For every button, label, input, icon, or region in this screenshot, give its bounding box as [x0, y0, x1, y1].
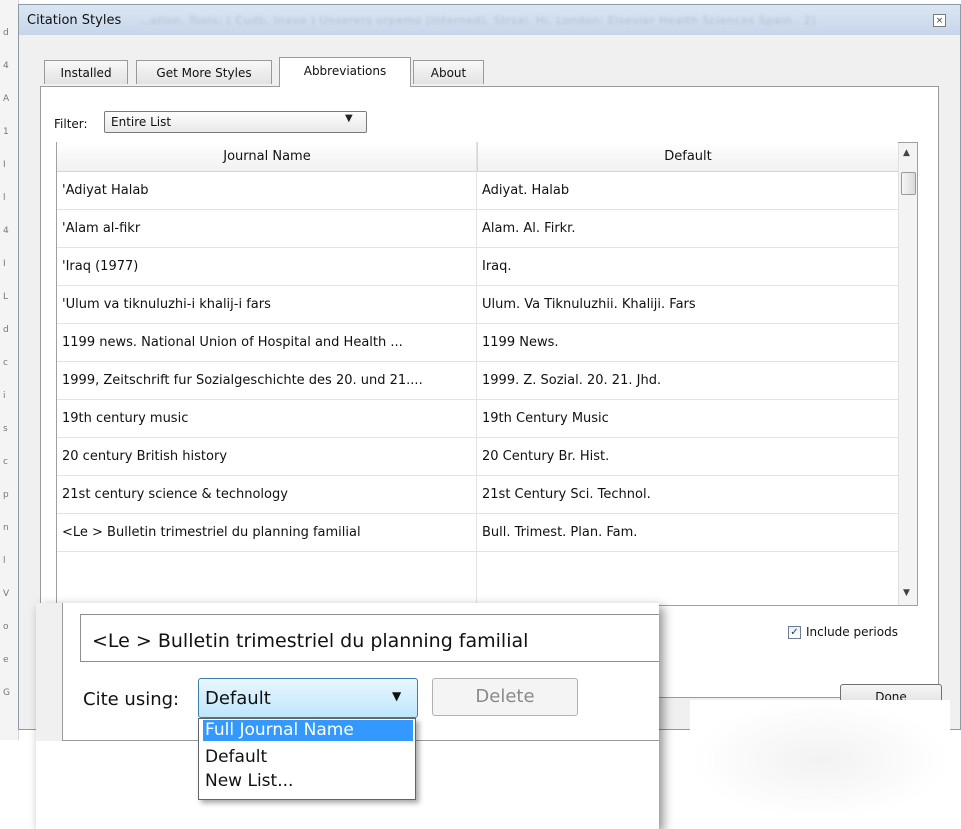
title-bar: Citation Styles …ation. Tools: ( Cudb, I…	[19, 5, 960, 35]
journal-name-cell: 'Iraq (1977)	[62, 259, 139, 274]
journal-name-cell: 1999, Zeitschrift fur Sozialgeschichte d…	[62, 373, 423, 388]
tab-abbreviations[interactable]: Abbreviations	[279, 57, 411, 87]
background-text-fragment: c	[3, 358, 8, 368]
table-row[interactable]: 'Alam al-fikr Alam. Al. Firkr.	[57, 210, 898, 248]
default-abbreviation-cell: 20 Century Br. Hist.	[482, 449, 610, 464]
default-abbreviation-cell: 1199 News.	[482, 335, 559, 350]
default-abbreviation-cell: 19th Century Music	[482, 411, 609, 426]
table-row[interactable]: 20 century British history 20 Century Br.…	[57, 438, 898, 476]
scroll-up-icon[interactable]: ▲	[903, 148, 910, 158]
background-text-fragment: e	[3, 655, 9, 665]
chevron-down-icon[interactable]: ▼	[392, 689, 401, 703]
background-text-fragment: d	[3, 28, 9, 38]
filter-select[interactable]: Entire List	[104, 111, 367, 133]
default-abbreviation-cell: 21st Century Sci. Technol.	[482, 487, 651, 502]
background-text-fragment: c	[3, 457, 8, 467]
window-title: Citation Styles	[27, 13, 122, 28]
background-text-fragment: n	[3, 523, 9, 533]
include-periods-label: Include periods	[806, 625, 898, 639]
cite-using-label: Cite using:	[83, 689, 180, 710]
journal-name-cell: 'Alam al-fikr	[62, 221, 141, 236]
default-abbreviation-cell: Alam. Al. Firkr.	[482, 221, 576, 236]
journal-name-cell: 19th century music	[62, 411, 189, 426]
option-full-journal-name[interactable]: Full Journal Name	[203, 720, 413, 741]
background-text-fragment: i	[3, 391, 6, 401]
filter-label: Filter:	[54, 117, 88, 131]
background-text-fragment: s	[3, 424, 8, 434]
default-abbreviation-cell: Adiyat. Halab	[482, 183, 570, 198]
background-text-fragment: 4	[3, 61, 9, 71]
scroll-down-icon[interactable]: ▼	[903, 588, 910, 598]
table-row[interactable]: 'Ulum va tiknuluzhi-i khalij-i fars Ulum.…	[57, 286, 898, 324]
background-text-fragment: l	[3, 556, 6, 566]
tab-get-more-styles[interactable]: Get More Styles	[136, 60, 272, 84]
background-text-fragment: G	[3, 688, 10, 698]
table-row[interactable]: 1999, Zeitschrift fur Sozialgeschichte d…	[57, 362, 898, 400]
journal-name-cell: 'Adiyat Halab	[62, 183, 149, 198]
table-row[interactable]: 19th century music 19th Century Music	[57, 400, 898, 438]
background-text-fragment: V	[3, 589, 10, 599]
journal-name-cell: 21st century science & technology	[62, 487, 288, 502]
tab-about[interactable]: About	[413, 60, 484, 84]
tab-installed[interactable]: Installed	[44, 60, 128, 84]
background-text-fragment: l	[3, 193, 6, 203]
cite-using-select[interactable]: Default	[198, 678, 418, 718]
table-row[interactable]: 'Iraq (1977) Iraq.	[57, 248, 898, 286]
default-abbreviation-cell: Bull. Trimest. Plan. Fam.	[482, 525, 638, 540]
option-new-list[interactable]: New List...	[203, 771, 413, 792]
selected-journal-name: <Le > Bulletin trimestriel du planning f…	[92, 630, 529, 652]
background-text-fragment: o	[3, 622, 9, 632]
background-sketch	[690, 700, 950, 820]
table-row[interactable]: 21st century science & technology 21st Ce…	[57, 476, 898, 514]
background-text-fragment: I	[3, 259, 6, 269]
table-row[interactable]: 1199 news. National Union of Hospital an…	[57, 324, 898, 362]
background-text-fragment: I	[3, 160, 6, 170]
journal-name-cell: 1199 news. National Union of Hospital an…	[62, 335, 403, 350]
background-document-strip: d 4 A 1 Il 4 I Ld c i s c p n l Vo e G	[0, 0, 19, 740]
background-text-fragment: 1	[3, 127, 9, 137]
close-icon[interactable]: ×	[933, 14, 946, 27]
background-text-fragment: A	[3, 94, 10, 104]
default-abbreviation-cell: Iraq.	[482, 259, 512, 274]
include-periods-checkbox[interactable]: ✓	[788, 626, 801, 639]
background-text-fragment: 4	[3, 226, 9, 236]
option-default[interactable]: Default	[203, 747, 413, 768]
journal-name-cell: <Le > Bulletin trimestriel du planning f…	[62, 525, 361, 540]
default-abbreviation-cell: Ulum. Va Tiknuluzhii. Khaliji. Fars	[482, 297, 696, 312]
table-row[interactable]: 'Adiyat Halab Adiyat. Halab	[57, 172, 898, 210]
background-text-fragment: p	[3, 490, 9, 500]
background-text-fragment: L	[3, 292, 9, 302]
background-text-fragment: d	[3, 325, 9, 335]
journal-name-cell: 20 century British history	[62, 449, 228, 464]
scrollbar-thumb[interactable]	[901, 172, 916, 195]
column-header-default[interactable]: Default	[477, 142, 898, 172]
chevron-down-icon[interactable]: ▼	[345, 113, 353, 124]
blurred-background-text: …ation. Tools: ( Cudb, Inavo ) Unserers …	[139, 14, 817, 27]
table-row[interactable]: <Le > Bulletin trimestriel du planning f…	[57, 514, 898, 552]
delete-button[interactable]: Delete	[432, 678, 578, 716]
column-header-journal-name[interactable]: Journal Name	[57, 142, 477, 172]
vertical-scrollbar[interactable]	[898, 143, 917, 605]
journal-name-cell: 'Ulum va tiknuluzhi-i khalij-i fars	[62, 297, 271, 312]
default-abbreviation-cell: 1999. Z. Sozial. 20. 21. Jhd.	[482, 373, 662, 388]
